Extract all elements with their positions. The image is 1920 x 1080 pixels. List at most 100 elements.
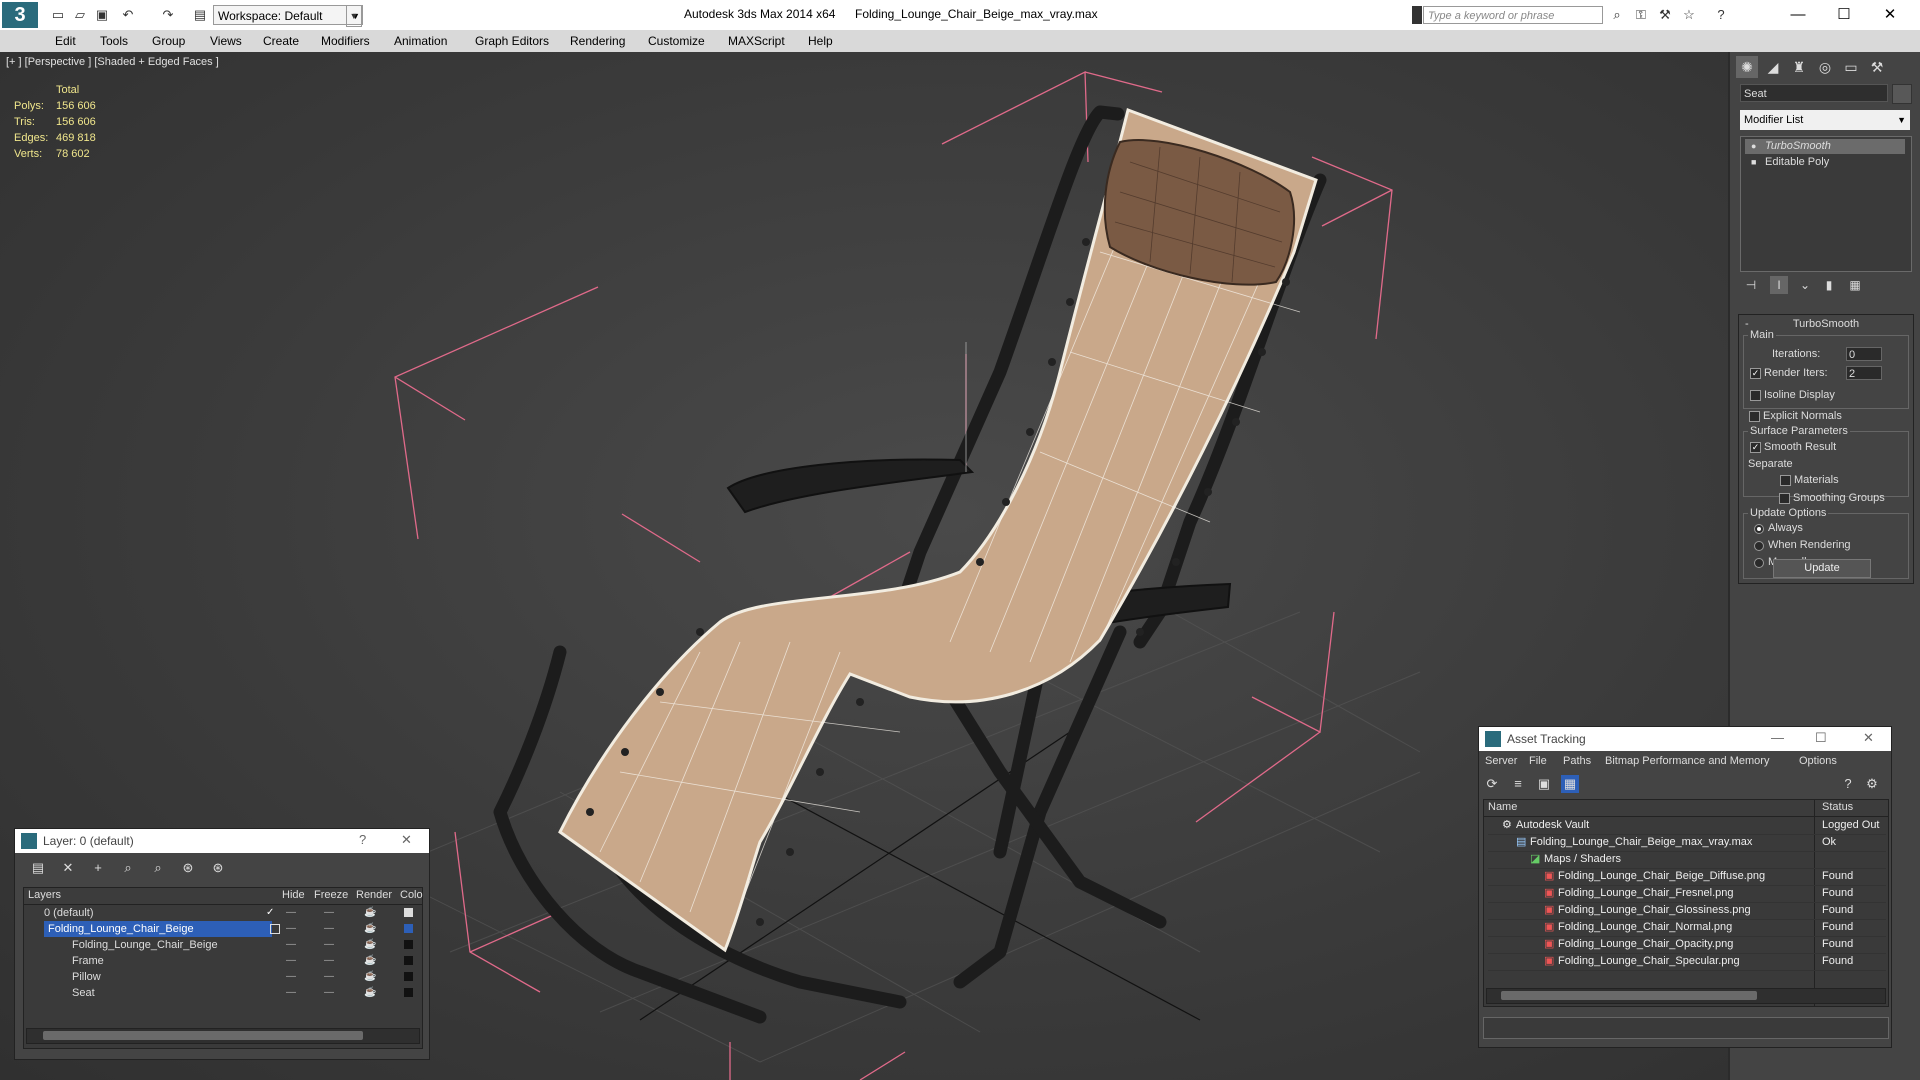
menu-views[interactable]: Views bbox=[210, 34, 242, 48]
render-teapot-icon[interactable]: ☕ bbox=[364, 985, 376, 1001]
asset-menu-server[interactable]: Server bbox=[1485, 755, 1517, 767]
vault-help-icon[interactable]: ? bbox=[1839, 775, 1857, 793]
isoline-display-checkbox[interactable] bbox=[1750, 390, 1761, 401]
close-icon[interactable]: ✕ bbox=[401, 832, 412, 848]
layer-object-row[interactable]: Seat — — ☕ bbox=[24, 985, 424, 1001]
layer-object-row[interactable]: Folding_Lounge_Chair_Beige — — ☕ bbox=[24, 937, 424, 953]
render-iters-spinner[interactable]: 2 bbox=[1846, 366, 1882, 380]
communication-center-icon[interactable]: ⚒ bbox=[1656, 7, 1674, 23]
table-view-icon[interactable]: ▦ bbox=[1561, 775, 1579, 793]
render-teapot-icon[interactable]: ☕ bbox=[364, 905, 376, 921]
hide-toggle[interactable]: — bbox=[286, 969, 296, 985]
col-layers[interactable]: Layers bbox=[28, 889, 61, 901]
freeze-toggle[interactable]: — bbox=[324, 937, 334, 953]
highlight-layer-icon[interactable]: ⌕ bbox=[149, 859, 167, 877]
col-hide[interactable]: Hide bbox=[282, 889, 305, 901]
render-teapot-icon[interactable]: ☕ bbox=[364, 969, 376, 985]
asset-row[interactable]: ▣ Folding_Lounge_Chair_Beige_Diffuse.png… bbox=[1488, 868, 1886, 886]
create-tab-icon[interactable]: ✺ bbox=[1736, 56, 1758, 78]
render-iters-checkbox[interactable]: ✓ bbox=[1750, 368, 1761, 379]
menu-graph-editors[interactable]: Graph Editors bbox=[475, 34, 549, 48]
modifier-stack[interactable]: ● TurboSmooth ■ Editable Poly bbox=[1740, 136, 1912, 272]
render-teapot-icon[interactable]: ☕ bbox=[364, 953, 376, 969]
stack-item-editable-poly[interactable]: ■ Editable Poly bbox=[1745, 155, 1905, 170]
layer-row[interactable]: Folding_Lounge_Chair_Beige — — ☕ bbox=[24, 921, 424, 937]
configure-modifier-sets-icon[interactable]: ▦ bbox=[1846, 276, 1864, 294]
save-file-icon[interactable]: ▣ bbox=[94, 7, 110, 23]
object-color-swatch[interactable] bbox=[1892, 84, 1912, 104]
scrollbar-thumb[interactable] bbox=[43, 1031, 363, 1040]
col-status[interactable]: Status bbox=[1822, 801, 1853, 813]
hide-toggle[interactable]: — bbox=[286, 937, 296, 953]
asset-row[interactable]: ▤ Folding_Lounge_Chair_Beige_max_vray.ma… bbox=[1488, 834, 1886, 852]
list-view-icon[interactable]: ≡ bbox=[1509, 775, 1527, 793]
pin-stack-icon[interactable]: ⊣ bbox=[1742, 276, 1760, 294]
menu-help[interactable]: Help bbox=[808, 34, 833, 48]
modifier-list-dropdown[interactable]: Modifier List ▼ bbox=[1740, 110, 1910, 130]
new-file-icon[interactable]: ▭ bbox=[50, 7, 66, 23]
hide-toggle[interactable]: — bbox=[286, 921, 296, 937]
undo-icon[interactable]: ↶ bbox=[120, 7, 136, 23]
minimize-icon[interactable]: — bbox=[1771, 730, 1784, 745]
menu-rendering[interactable]: Rendering bbox=[570, 34, 625, 48]
freeze-all-icon[interactable]: ⊛ bbox=[209, 859, 227, 877]
explicit-normals-checkbox[interactable] bbox=[1749, 411, 1760, 422]
update-button[interactable]: Update bbox=[1773, 559, 1871, 578]
search-input[interactable]: Type a keyword or phrase bbox=[1423, 6, 1603, 24]
active-layer-check-icon[interactable]: ✓ bbox=[266, 905, 274, 921]
favorites-star-icon[interactable]: ☆ bbox=[1680, 7, 1698, 23]
layer-window-titlebar[interactable]: Layer: 0 (default) ? ✕ bbox=[15, 829, 429, 853]
asset-list-scrollbar[interactable] bbox=[1486, 988, 1886, 1004]
new-layer-icon[interactable]: ▤ bbox=[29, 859, 47, 877]
menu-tools[interactable]: Tools bbox=[100, 34, 128, 48]
app-logo-button[interactable]: 3 bbox=[2, 2, 38, 28]
delete-layer-icon[interactable]: ✕ bbox=[59, 859, 77, 877]
smoothing-groups-checkbox[interactable] bbox=[1779, 493, 1790, 504]
menu-customize[interactable]: Customize bbox=[648, 34, 705, 48]
asset-row[interactable]: ⚙ Autodesk Vault Logged Out bbox=[1488, 817, 1886, 835]
asset-row[interactable]: ▣ Folding_Lounge_Chair_Normal.png Found bbox=[1488, 919, 1886, 937]
layer-object-row[interactable]: Pillow — — ☕ bbox=[24, 969, 424, 985]
subscription-icon[interactable]: ⚿ bbox=[1632, 7, 1650, 23]
workspace-dropdown-arrow[interactable]: ▼ bbox=[346, 5, 362, 27]
close-window-button[interactable]: ✕ bbox=[1872, 3, 1908, 27]
menu-create[interactable]: Create bbox=[263, 34, 299, 48]
hide-toggle[interactable]: — bbox=[286, 953, 296, 969]
object-color-swatch[interactable] bbox=[404, 940, 413, 949]
asset-row[interactable]: ▣ Folding_Lounge_Chair_Opacity.png Found bbox=[1488, 936, 1886, 954]
help-icon[interactable]: ? bbox=[1712, 7, 1730, 23]
asset-row[interactable]: ▣ Folding_Lounge_Chair_Specular.png Foun… bbox=[1488, 953, 1886, 971]
viewport-label[interactable]: [+ ] [Perspective ] [Shaded + Edged Face… bbox=[6, 56, 219, 68]
search-toggle[interactable] bbox=[1412, 6, 1422, 24]
scrollbar-thumb[interactable] bbox=[1501, 991, 1757, 1000]
select-objects-icon[interactable]: ⌕ bbox=[119, 859, 137, 877]
col-freeze[interactable]: Freeze bbox=[314, 889, 348, 901]
add-to-layer-icon[interactable]: + bbox=[89, 859, 107, 877]
asset-row[interactable]: ▣ Folding_Lounge_Chair_Fresnel.png Found bbox=[1488, 885, 1886, 903]
menu-maxscript[interactable]: MAXScript bbox=[728, 34, 785, 48]
asset-row[interactable]: ◪ Maps / Shaders bbox=[1488, 851, 1886, 869]
layer-row[interactable]: 0 (default) ✓ — — ☕ bbox=[24, 905, 424, 921]
layer-color-swatch[interactable] bbox=[404, 924, 413, 933]
maximize-icon[interactable]: ☐ bbox=[1815, 730, 1827, 746]
refresh-icon[interactable]: ⟳ bbox=[1483, 775, 1501, 793]
smooth-result-checkbox[interactable]: ✓ bbox=[1750, 442, 1761, 453]
asset-menu-bitmap-performance[interactable]: Bitmap Performance and Memory bbox=[1605, 755, 1769, 767]
asset-window-titlebar[interactable]: Asset Tracking — ☐ ✕ bbox=[1479, 727, 1891, 751]
object-name-field[interactable]: Seat bbox=[1740, 84, 1888, 102]
binoculars-icon[interactable]: ⌕ bbox=[1608, 7, 1626, 23]
menu-modifiers[interactable]: Modifiers bbox=[321, 34, 370, 48]
stack-item-turbosmooth[interactable]: ● TurboSmooth bbox=[1745, 139, 1905, 154]
iterations-spinner[interactable]: 0 bbox=[1846, 347, 1882, 361]
layer-object-row[interactable]: Frame — — ☕ bbox=[24, 953, 424, 969]
manually-radio[interactable] bbox=[1754, 558, 1764, 568]
workspace-dropdown[interactable]: Workspace: Default ▼ bbox=[213, 5, 363, 25]
project-folder-icon[interactable]: ▤ bbox=[192, 7, 208, 23]
minimize-window-button[interactable]: — bbox=[1780, 3, 1816, 27]
object-color-swatch[interactable] bbox=[404, 972, 413, 981]
asset-path-field[interactable] bbox=[1483, 1017, 1889, 1039]
asset-menu-paths[interactable]: Paths bbox=[1563, 755, 1591, 767]
when-rendering-radio[interactable] bbox=[1754, 541, 1764, 551]
maximize-window-button[interactable]: ☐ bbox=[1826, 3, 1862, 27]
display-tab-icon[interactable]: ▭ bbox=[1840, 56, 1862, 78]
